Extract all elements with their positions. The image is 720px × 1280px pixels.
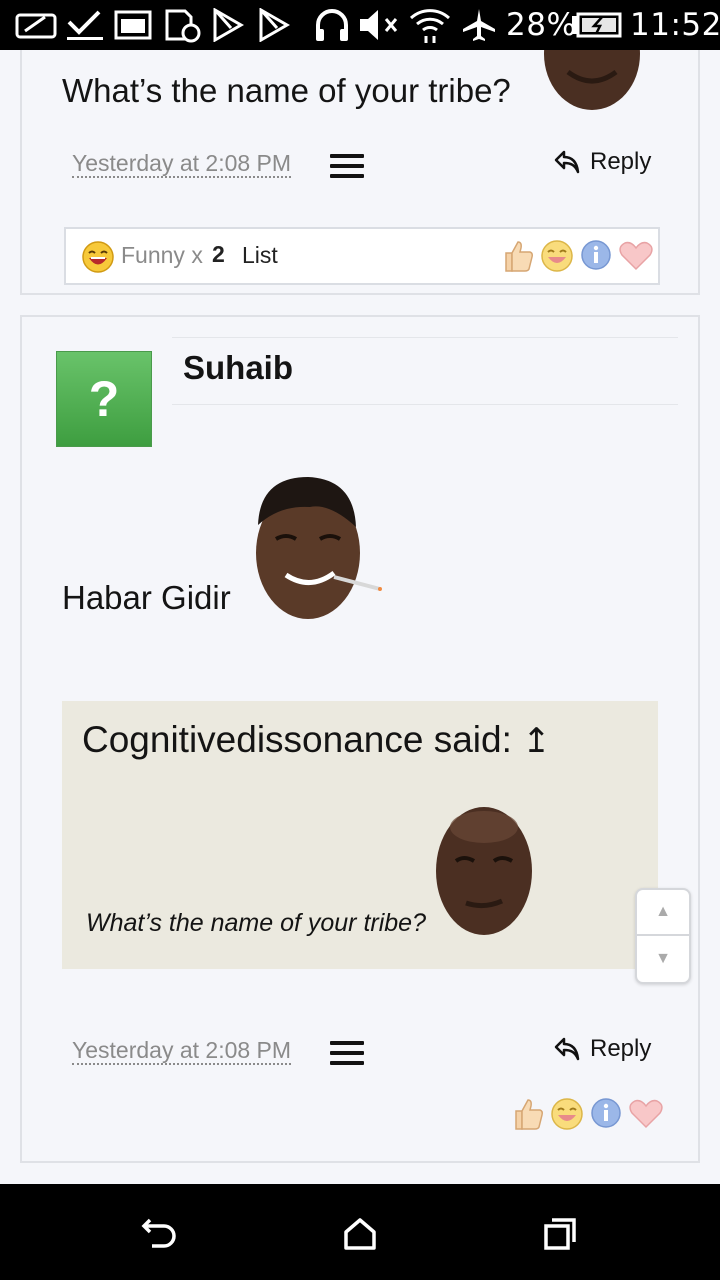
- funny-icon[interactable]: [540, 239, 574, 273]
- smiley-face-image: [432, 805, 538, 939]
- image-icon: [112, 8, 154, 42]
- funny-icon[interactable]: [550, 1097, 584, 1131]
- reactions-list-link[interactable]: List: [242, 242, 278, 269]
- love-icon[interactable]: [618, 239, 654, 271]
- navigation-bar: [0, 1184, 720, 1280]
- funny-reaction-label: Funny x: [121, 242, 203, 268]
- quote-block: Cognitivedissonance said: ↥ What’s the n…: [62, 701, 658, 969]
- smoking-face-image: [250, 473, 382, 621]
- reply-icon: [554, 1037, 580, 1061]
- post-message: What’s the name of your tribe?: [62, 72, 511, 109]
- funny-icon: [82, 241, 114, 278]
- info-icon[interactable]: [590, 1097, 622, 1129]
- avatar-placeholder: ?: [88, 371, 120, 427]
- thread-content[interactable]: What’s the name of your tribe? Yesterday…: [0, 50, 720, 1184]
- reply-button[interactable]: Reply: [554, 1035, 651, 1063]
- clock: 11:52: [630, 7, 720, 43]
- jump-to-quote-icon[interactable]: ↥: [522, 721, 551, 761]
- reply-icon: [554, 150, 580, 174]
- play-store-icon: [210, 8, 246, 42]
- post-menu-icon[interactable]: [330, 154, 364, 178]
- reply-label: Reply: [590, 148, 652, 175]
- post: What’s the name of your tribe? Yesterday…: [20, 50, 700, 295]
- home-icon[interactable]: [338, 1212, 382, 1256]
- scroll-down-button[interactable]: ▼: [637, 936, 689, 982]
- headphones-icon: [312, 8, 352, 42]
- airplane-icon: [460, 8, 498, 42]
- status-bar: 28% 11:52: [0, 0, 720, 50]
- smiley-face-image: [542, 50, 642, 112]
- reply-button[interactable]: Reply: [554, 148, 651, 176]
- sd-card-sync-icon: [160, 8, 204, 43]
- checkmark-icon: [64, 8, 106, 42]
- mute-icon: [358, 8, 402, 42]
- post-message: Habar Gidir: [62, 579, 231, 616]
- battery-percent: 28%: [506, 7, 577, 43]
- scroll-up-button[interactable]: ▲: [637, 890, 689, 936]
- like-icon[interactable]: [502, 239, 534, 273]
- post-menu-icon[interactable]: [330, 1041, 364, 1065]
- reaction-buttons: [512, 1097, 664, 1131]
- quote-text: What’s the name of your tribe?: [86, 909, 426, 937]
- post-date-link[interactable]: Yesterday at 2:08 PM: [72, 1037, 292, 1065]
- reply-label: Reply: [590, 1035, 652, 1062]
- like-icon[interactable]: [512, 1097, 544, 1131]
- reactions-summary: Funny x 2 List: [64, 227, 660, 285]
- post-date-link[interactable]: Yesterday at 2:08 PM: [72, 150, 292, 178]
- quote-author-label: Cognitivedissonance said:: [82, 719, 512, 760]
- reaction-buttons: [502, 239, 654, 273]
- back-icon[interactable]: [138, 1212, 182, 1256]
- divider: [172, 337, 678, 338]
- username[interactable]: Suhaib: [183, 349, 293, 387]
- battery-charging-icon: [570, 8, 622, 42]
- divider: [172, 404, 678, 405]
- info-icon[interactable]: [580, 239, 612, 271]
- play-store-icon: [256, 8, 292, 42]
- signature-icon: [14, 8, 58, 42]
- wifi-icon: [408, 8, 452, 43]
- quote-attribution[interactable]: Cognitivedissonance said: ↥: [82, 719, 551, 761]
- avatar[interactable]: ?: [56, 351, 152, 447]
- scroll-widget: ▲ ▼: [635, 888, 691, 984]
- love-icon[interactable]: [628, 1097, 664, 1129]
- post: ? Suhaib Habar Gidir Cognitivedissonance…: [20, 315, 700, 1163]
- funny-reaction-count: 2: [212, 241, 225, 267]
- recents-icon[interactable]: [538, 1212, 582, 1256]
